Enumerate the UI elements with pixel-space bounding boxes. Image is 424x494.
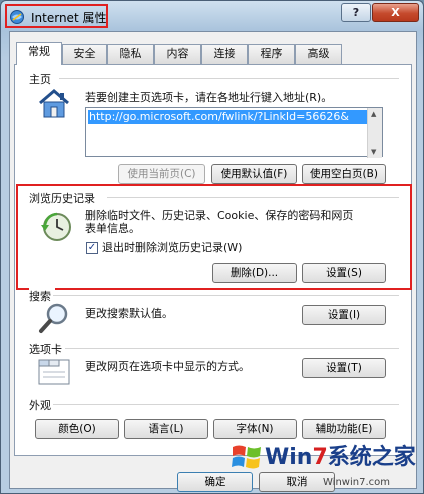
watermark-url: Winwin7.com xyxy=(323,477,390,488)
scroll-up-icon[interactable]: ▲ xyxy=(371,110,376,118)
tab-content[interactable]: 内容 xyxy=(154,44,201,64)
home-icon xyxy=(39,89,69,118)
history-clock-icon xyxy=(41,212,71,241)
tab-connections[interactable]: 连接 xyxy=(201,44,248,64)
use-current-button[interactable]: 使用当前页(C) xyxy=(118,164,205,184)
search-divider xyxy=(53,295,399,296)
homepage-heading: 主页 xyxy=(29,71,55,87)
appearance-heading: 外观 xyxy=(29,397,55,413)
site-watermark: Win7系统之家 Winwin7.com xyxy=(227,437,423,493)
accessibility-button[interactable]: 辅助功能(E) xyxy=(302,419,386,439)
url-scrollbar[interactable]: ▲ ▼ xyxy=(367,108,382,158)
tabs-settings-button[interactable]: 设置(T) xyxy=(302,358,386,378)
tab-general[interactable]: 常规 xyxy=(16,42,62,65)
appearance-divider xyxy=(53,404,399,405)
history-description-line2: 表单信息。 xyxy=(85,222,140,235)
title-bar[interactable]: Internet 属性 ? X xyxy=(1,1,423,31)
history-heading: 浏览历史记录 xyxy=(29,190,99,206)
tab-advanced[interactable]: 高级 xyxy=(295,44,342,64)
tabs-section-divider xyxy=(65,348,399,349)
fonts-button[interactable]: 字体(N) xyxy=(213,419,297,439)
tabs-section-description: 更改网页在选项卡中显示的方式。 xyxy=(85,360,250,373)
languages-button[interactable]: 语言(L) xyxy=(124,419,208,439)
close-button[interactable]: X xyxy=(372,3,419,22)
tab-privacy[interactable]: 隐私 xyxy=(107,44,154,64)
tabs-section-heading: 选项卡 xyxy=(29,341,66,357)
history-settings-button[interactable]: 设置(S) xyxy=(302,263,386,283)
tab-programs[interactable]: 程序 xyxy=(248,44,295,64)
watermark-brand: Win7系统之家 xyxy=(265,445,416,470)
tabbed-window-icon xyxy=(38,359,70,385)
homepage-divider xyxy=(59,78,399,79)
scroll-down-icon[interactable]: ▼ xyxy=(371,148,376,156)
colors-button[interactable]: 颜色(O) xyxy=(35,419,119,439)
help-button[interactable]: ? xyxy=(341,3,371,22)
history-description-line1: 删除临时文件、历史记录、Cookie、保存的密码和网页 xyxy=(85,209,354,222)
delete-on-exit-checkbox[interactable]: ✓ xyxy=(86,242,98,254)
windows-logo-icon xyxy=(232,445,261,469)
homepage-url-text: http://go.microsoft.com/fwlink/?LinkId=5… xyxy=(88,110,373,124)
use-blank-button[interactable]: 使用空白页(B) xyxy=(302,164,386,184)
homepage-url-textarea[interactable]: http://go.microsoft.com/fwlink/?LinkId=5… xyxy=(85,107,383,158)
delete-history-button[interactable]: 删除(D)... xyxy=(212,263,297,283)
tab-security[interactable]: 安全 xyxy=(62,44,107,64)
homepage-instruction: 若要创建主页选项卡，请在各地址行键入地址(R)。 xyxy=(85,91,333,104)
history-divider xyxy=(107,197,399,198)
delete-on-exit-label[interactable]: 退出时删除浏览历史记录(W) xyxy=(102,241,242,255)
use-default-button[interactable]: 使用默认值(F) xyxy=(211,164,297,184)
search-description: 更改搜索默认值。 xyxy=(85,307,173,320)
title-highlight-box xyxy=(5,4,108,28)
internet-options-window: Internet 属性 ? X 常规 安全 隐私 内容 连接 程序 高级 主页 … xyxy=(0,0,424,494)
search-magnifier-icon xyxy=(39,303,68,333)
tab-strip: 常规 安全 隐私 内容 连接 程序 高级 xyxy=(14,42,412,65)
search-settings-button[interactable]: 设置(I) xyxy=(302,305,386,325)
